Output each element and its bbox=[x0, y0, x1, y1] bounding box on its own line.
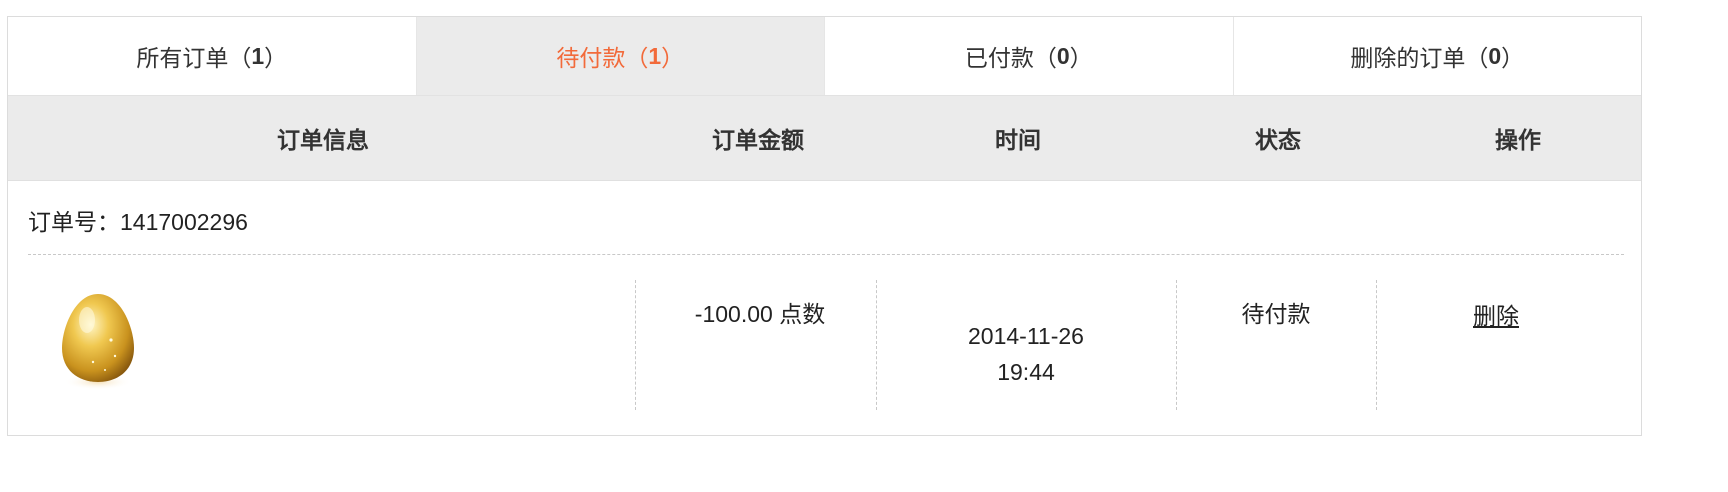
tab-count: 0 bbox=[1488, 42, 1502, 69]
header-status: 状态 bbox=[1255, 127, 1301, 153]
order-time: 2014-11-26 19:44 bbox=[876, 318, 1176, 390]
order-status: 待付款 bbox=[1241, 301, 1311, 327]
header-order-amount: 订单金额 bbox=[712, 127, 804, 153]
tab-pending-payment[interactable]: 待付款（ 1） bbox=[416, 17, 825, 95]
tab-count: 0 bbox=[1056, 42, 1070, 69]
tab-all-orders[interactable]: 所有订单（ 1） bbox=[8, 17, 417, 95]
tab-suffix: ） bbox=[1069, 45, 1093, 71]
tab-count: 1 bbox=[251, 42, 265, 69]
delete-link[interactable]: 删除 bbox=[1473, 303, 1519, 329]
tab-suffix: ） bbox=[1501, 45, 1525, 71]
order-action: 删除 bbox=[1376, 298, 1616, 334]
tab-count: 1 bbox=[648, 42, 662, 69]
orders-panel: 所有订单（ 1） 待付款（ 1） 已付款（ 0） 删除的订单（ 0） 订单信息 订单金额… bbox=[7, 16, 1642, 436]
tab-label: 删除的订单（ bbox=[1350, 45, 1489, 71]
order-clock-time: 19:44 bbox=[997, 359, 1055, 385]
tab-label: 所有订单（ bbox=[136, 45, 252, 71]
header-time: 时间 bbox=[995, 127, 1041, 153]
table-row: -100.00 点数 2014-11-26 19:44 待付款 删除 bbox=[8, 280, 1641, 410]
tab-paid[interactable]: 已付款（ 0） bbox=[825, 17, 1234, 95]
tab-deleted-orders[interactable]: 删除的订单（ 0） bbox=[1234, 17, 1642, 95]
table-header: 订单信息 订单金额 时间 状态 操作 bbox=[8, 96, 1641, 181]
header-action: 操作 bbox=[1495, 127, 1541, 153]
order-amount: -100.00 点数 bbox=[694, 301, 826, 327]
tab-label: 已付款（ bbox=[964, 45, 1057, 71]
tab-suffix: ） bbox=[264, 45, 288, 71]
tab-label: 待付款（ bbox=[556, 45, 649, 71]
header-order-info: 订单信息 bbox=[277, 127, 369, 153]
order-divider bbox=[28, 254, 1624, 255]
tab-suffix: ） bbox=[661, 45, 685, 71]
order-date: 2014-11-26 bbox=[968, 323, 1084, 349]
order-tabs: 所有订单（ 1） 待付款（ 1） 已付款（ 0） 删除的订单（ 0） bbox=[8, 17, 1641, 96]
golden-egg-icon bbox=[53, 290, 143, 394]
order-number: 订单号：1417002296 bbox=[28, 209, 248, 235]
